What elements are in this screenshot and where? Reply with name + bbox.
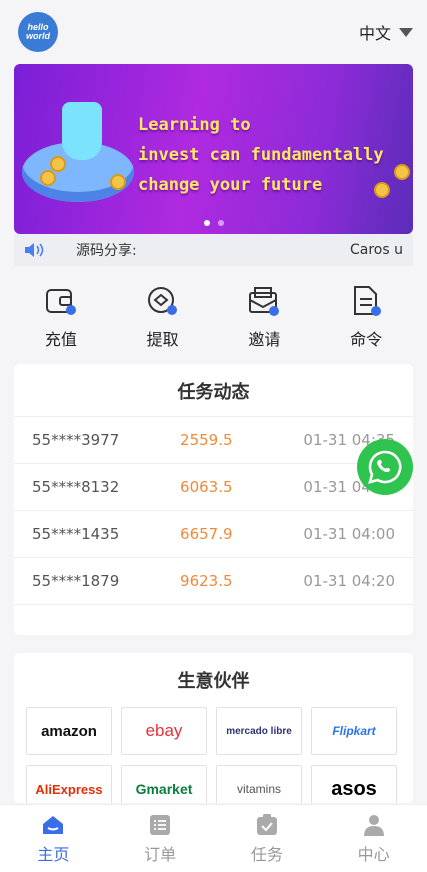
notice-bar: 源码分享: Caros u bbox=[14, 234, 413, 266]
table-row: 55****8132 6063.5 01-31 04:40 bbox=[14, 464, 413, 511]
withdraw-button[interactable]: 提取 bbox=[123, 284, 203, 350]
partner-logo-asos[interactable]: asos bbox=[311, 765, 397, 803]
recharge-button[interactable]: 充值 bbox=[21, 284, 101, 350]
banner-line-3: change your future bbox=[138, 175, 323, 195]
tab-center-label: 中心 bbox=[357, 844, 390, 864]
partner-logo-amazon[interactable]: amazon bbox=[26, 707, 112, 755]
invite-button[interactable]: 邀请 bbox=[224, 284, 304, 350]
logo-text-bottom: world bbox=[26, 31, 50, 41]
row-time: 01-31 04:00 bbox=[303, 525, 395, 543]
notice-scroll-text: Caros u bbox=[350, 242, 403, 258]
table-row: 55****1435 6657.9 01-31 04:00 bbox=[14, 511, 413, 558]
home-icon bbox=[43, 815, 64, 834]
recharge-label: 充值 bbox=[44, 330, 77, 349]
bottom-tab-bar: 主页 订单 任务 中心 bbox=[0, 804, 427, 872]
carousel-dot[interactable] bbox=[217, 220, 224, 226]
row-account: 55****1435 bbox=[32, 525, 120, 543]
banner-line-2: invest can fundamentally bbox=[138, 145, 384, 165]
brand-logo[interactable]: hello world bbox=[18, 12, 58, 52]
quick-actions: 充值 提取 邀请 命令 bbox=[0, 266, 427, 364]
partner-logo-mercado-libre[interactable]: mercado libre bbox=[216, 707, 302, 755]
row-time: 01-31 04:20 bbox=[303, 572, 395, 590]
promo-banner[interactable]: Learning to invest can fundamentally cha… bbox=[14, 64, 413, 234]
tab-center[interactable]: 中心 bbox=[320, 805, 427, 872]
carousel-indicators bbox=[14, 220, 413, 226]
invite-envelope-icon bbox=[249, 287, 280, 316]
whatsapp-icon bbox=[368, 450, 402, 484]
language-selector[interactable]: 中文 bbox=[359, 20, 413, 44]
task-feed-title: 任务动态 bbox=[14, 364, 413, 417]
invite-label: 邀请 bbox=[248, 330, 281, 349]
user-icon bbox=[363, 814, 384, 836]
table-row: 55****3977 2559.5 01-31 04:35 bbox=[14, 417, 413, 464]
carousel-dot[interactable] bbox=[203, 220, 210, 226]
row-account: 55****8132 bbox=[32, 478, 120, 496]
withdraw-icon bbox=[147, 287, 177, 315]
chevron-down-icon bbox=[399, 27, 413, 37]
row-account: 55****3977 bbox=[32, 431, 120, 449]
row-amount: 6063.5 bbox=[180, 478, 233, 496]
header: hello world 中文 bbox=[0, 0, 427, 64]
trophy-icon bbox=[62, 102, 102, 160]
tab-orders[interactable]: 订单 bbox=[107, 805, 214, 872]
coin-icon bbox=[40, 170, 56, 186]
partner-logo-ebay[interactable]: ebay bbox=[121, 707, 207, 755]
row-amount: 6657.9 bbox=[180, 525, 233, 543]
partners-title: 生意伙伴 bbox=[177, 671, 250, 692]
row-account: 55****1879 bbox=[32, 572, 120, 590]
tab-tasks[interactable]: 任务 bbox=[214, 805, 321, 872]
banner-line-1: Learning to bbox=[138, 115, 251, 135]
row-amount: 9623.5 bbox=[180, 572, 233, 590]
speaker-icon bbox=[24, 242, 46, 258]
document-icon bbox=[354, 286, 382, 316]
coin-icon bbox=[394, 164, 410, 180]
partner-logo-aliexpress[interactable]: AliExpress bbox=[26, 765, 112, 803]
partner-logo-grid: amazon ebay mercado libre Flipkart AliEx… bbox=[14, 705, 413, 803]
task-icon bbox=[256, 813, 277, 835]
coin-icon bbox=[50, 156, 66, 172]
coin-icon bbox=[110, 174, 126, 190]
banner-text: Learning to invest can fundamentally cha… bbox=[138, 110, 384, 200]
tab-home[interactable]: 主页 bbox=[0, 805, 107, 872]
tab-home-label: 主页 bbox=[37, 844, 70, 864]
notice-label: 源码分享: bbox=[76, 243, 137, 259]
table-row: 55****1879 9623.5 01-31 04:20 bbox=[14, 558, 413, 605]
language-label: 中文 bbox=[358, 24, 391, 43]
partner-logo-flipkart[interactable]: Flipkart bbox=[311, 707, 397, 755]
withdraw-label: 提取 bbox=[146, 330, 179, 349]
partners-card: 生意伙伴 amazon ebay mercado libre Flipkart … bbox=[14, 653, 413, 803]
command-label: 命令 bbox=[350, 330, 383, 349]
task-feed-card: 任务动态 55****3977 2559.5 01-31 04:35 55***… bbox=[14, 364, 413, 635]
tab-orders-label: 订单 bbox=[144, 844, 177, 864]
tab-tasks-label: 任务 bbox=[250, 844, 283, 864]
wallet-icon bbox=[45, 289, 76, 315]
row-amount: 2559.5 bbox=[180, 431, 233, 449]
whatsapp-button[interactable] bbox=[357, 439, 413, 495]
command-button[interactable]: 命令 bbox=[326, 284, 406, 350]
orders-icon bbox=[150, 814, 171, 835]
partner-logo-gmarket[interactable]: Gmarket bbox=[121, 765, 207, 803]
partner-logo-vitamins[interactable]: vitamins bbox=[216, 765, 302, 803]
